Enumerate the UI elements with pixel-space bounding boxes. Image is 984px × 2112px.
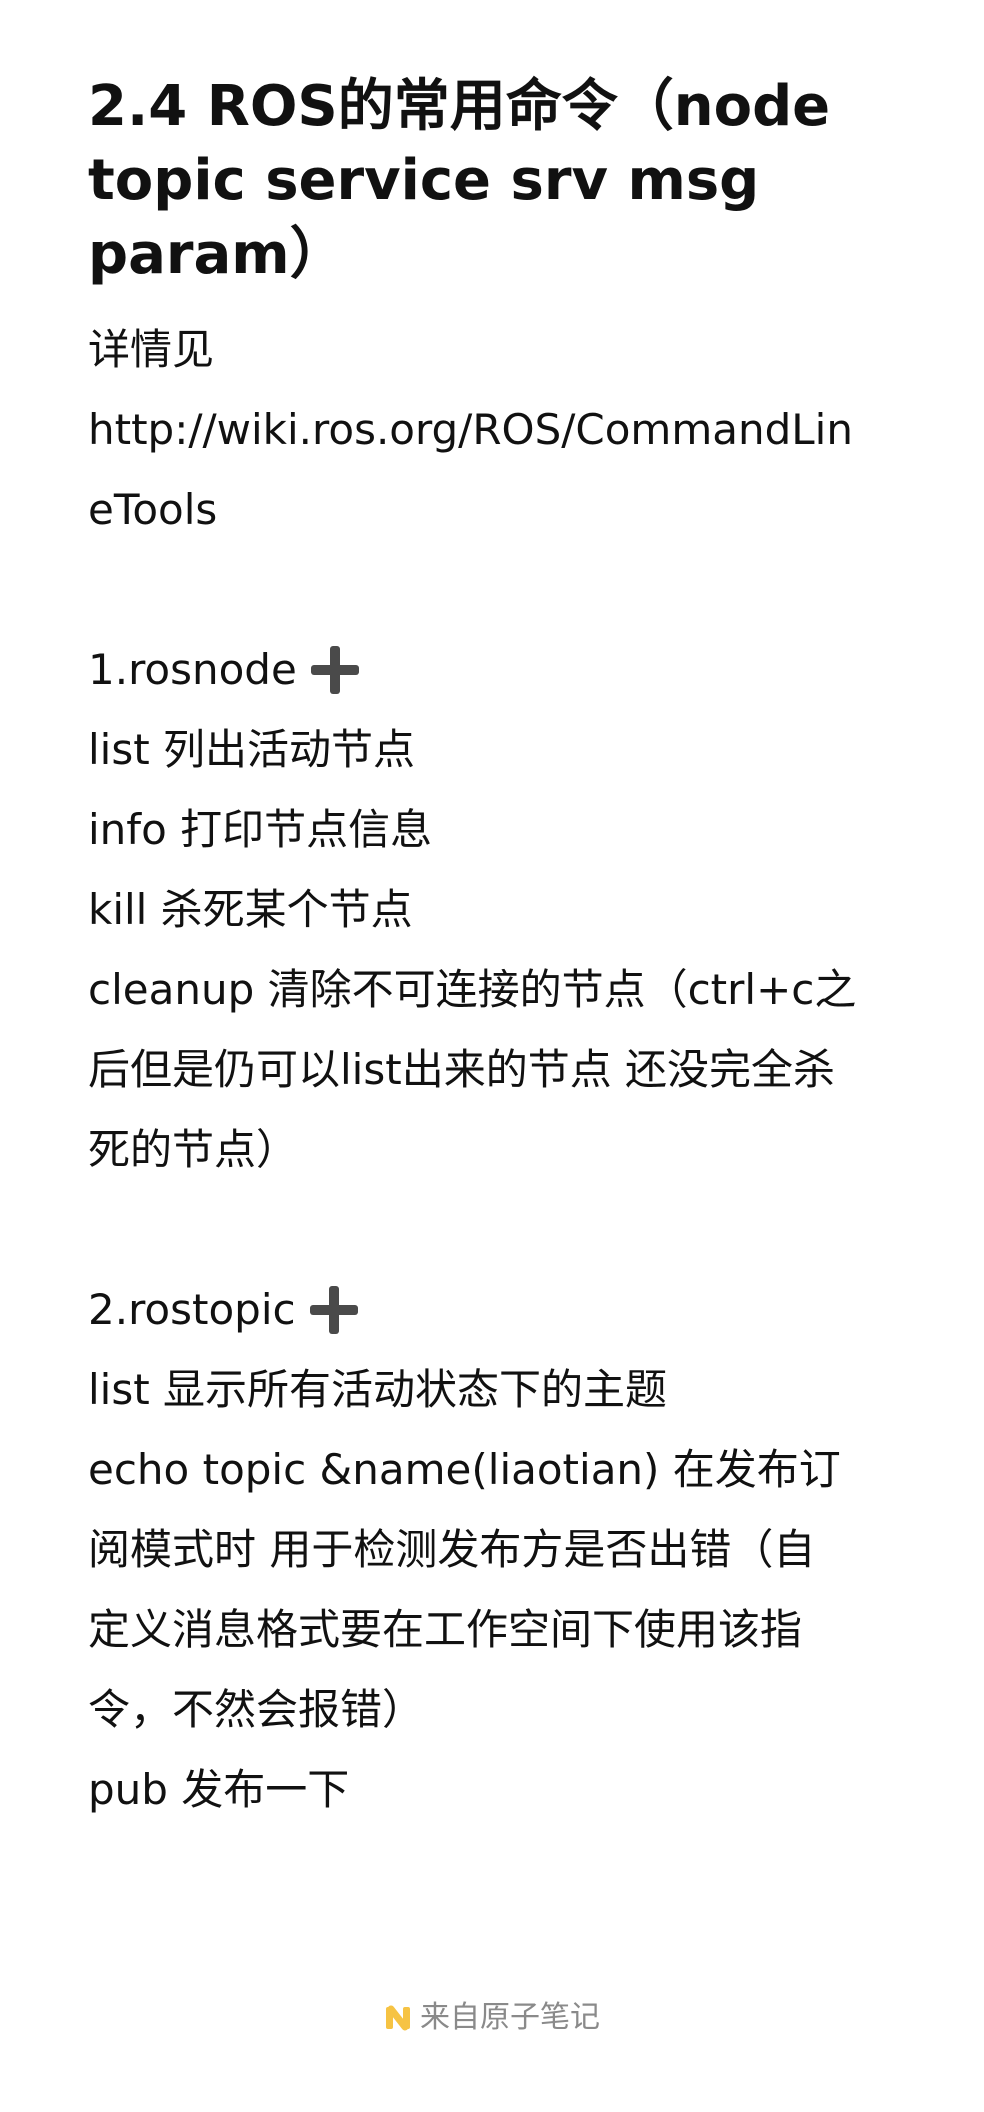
- command-line: list 显示所有活动状态下的主题: [88, 1365, 668, 1414]
- section-heading-rosnode: 1.rosnode: [88, 630, 908, 710]
- note-title: 2.4 ROS的常用命令（node topic service srv msg …: [88, 70, 908, 292]
- title-line: 2.4 ROS的常用命令（node: [88, 74, 831, 139]
- command-line: info 打印节点信息: [88, 805, 433, 854]
- section-heading-rostopic: 2.rostopic: [88, 1270, 908, 1350]
- command-line: 定义消息格式要在工作空间下使用该指: [88, 1605, 803, 1654]
- command-line: cleanup 清除不可连接的节点（ctrl+c之: [88, 965, 857, 1014]
- section-heading-label: 2.rostopic: [88, 1285, 296, 1334]
- title-line: param）: [88, 222, 346, 287]
- command-line: 死的节点）: [88, 1125, 299, 1174]
- reference-url-line: eTools: [88, 485, 218, 534]
- source-footer: 来自原子笔记: [0, 1998, 984, 2038]
- command-line: 后但是仍可以list出来的节点 还没完全杀: [88, 1045, 836, 1094]
- note-body: 详情见 http://wiki.ros.org/ROS/CommandLin e…: [88, 310, 908, 1830]
- note-page: 2.4 ROS的常用命令（node topic service srv msg …: [88, 70, 908, 1830]
- command-line: 令，不然会报错）: [88, 1685, 425, 1734]
- command-line: 阅模式时 用于检测发布方是否出错（自: [88, 1525, 816, 1574]
- command-line: echo topic &name(liaotian) 在发布订: [88, 1445, 841, 1494]
- section-heading-label: 1.rosnode: [88, 645, 297, 694]
- command-line: kill 杀死某个节点: [88, 885, 413, 934]
- atom-note-logo-icon: [386, 2005, 410, 2031]
- reference-url-line: http://wiki.ros.org/ROS/CommandLin: [88, 405, 853, 454]
- plus-icon: [309, 1286, 358, 1334]
- plus-icon: [310, 646, 359, 694]
- footer-source-text: 来自原子笔记: [420, 2000, 600, 2035]
- command-line: list 列出活动节点: [88, 725, 416, 774]
- command-line: pub 发布一下: [88, 1765, 350, 1814]
- intro-line: 详情见: [88, 325, 215, 374]
- title-line: topic service srv msg: [88, 148, 760, 213]
